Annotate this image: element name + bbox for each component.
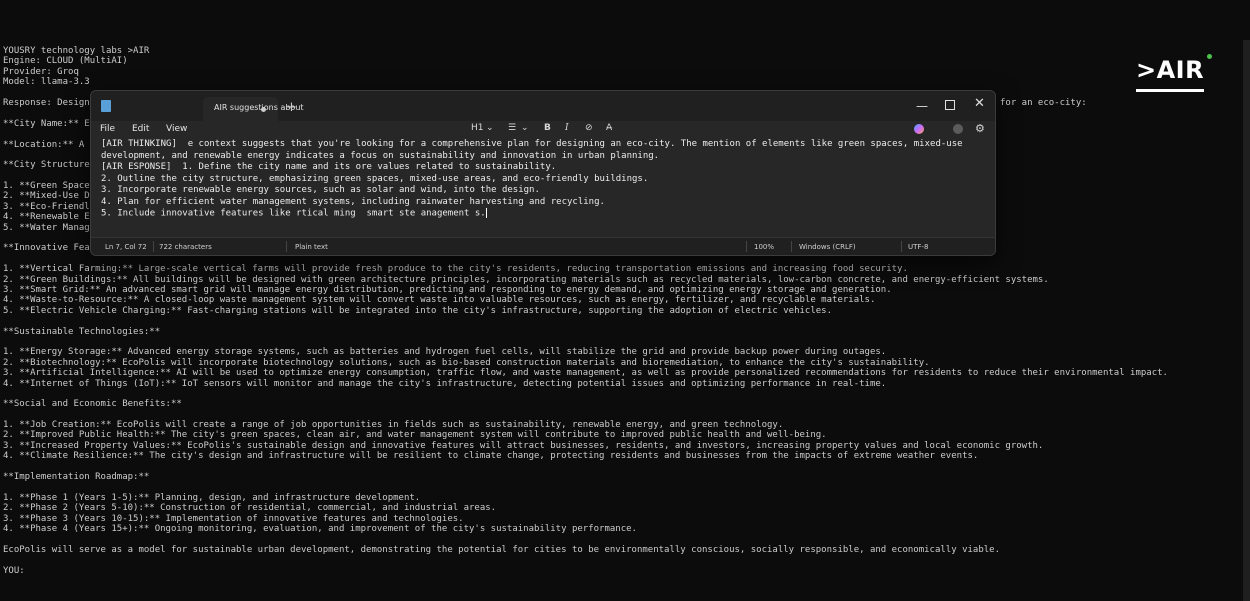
editor-line-text: [AIR THINKING] e context suggests that y… [101, 139, 963, 149]
editor-line[interactable]: development, and renewable energy indica… [101, 151, 963, 163]
terminal-line: 3. **Smart Grid:** An advanced smart gri… [3, 284, 892, 295]
terminal-line: 3. **Artificial Intelligence:** AI will … [3, 368, 1168, 379]
menu-file[interactable]: File [100, 124, 115, 134]
terminal-line: Model: llama-3.3 [3, 77, 90, 88]
text-caret [485, 208, 487, 218]
bold-button[interactable]: B [544, 123, 551, 133]
heading-dropdown[interactable]: H1 [471, 123, 484, 133]
terminal-line: 2. **Biotechnology:** EcoPolis will inco… [3, 357, 930, 368]
copilot-icon[interactable] [914, 124, 924, 134]
editor-line[interactable]: 3. Incorporate renewable energy sources,… [101, 185, 963, 197]
status-divider [791, 241, 792, 252]
terminal-line: YOU: [3, 565, 25, 576]
terminal-line: EcoPolis will serve as a model for susta… [3, 544, 1000, 555]
editor-line[interactable]: [AIR ESPONSE] 1. Define the city name an… [101, 162, 963, 174]
account-icon[interactable] [953, 124, 963, 134]
line-endings[interactable]: Windows (CRLF) [799, 243, 856, 251]
character-count: 722 characters [159, 243, 212, 251]
editor-text[interactable]: [AIR THINKING] e context suggests that y… [101, 139, 963, 220]
terminal-line: 1. **Energy Storage:** Advanced energy s… [3, 347, 887, 358]
maximize-button[interactable] [945, 100, 955, 110]
editor-line-text: 5. Include innovative features like rtic… [101, 208, 486, 219]
terminal-line: 1. **Phase 1 (Years 1-5):** Planning, de… [3, 492, 421, 503]
terminal-line: 4. **Internet of Things (IoT):** IoT sen… [3, 378, 887, 389]
terminal-line: 2. **Phase 2 (Years 5-10):** Constructio… [3, 503, 497, 514]
italic-button[interactable]: I [565, 123, 569, 133]
editor-line[interactable]: 5. Include innovative features like rtic… [101, 208, 963, 220]
editor-line[interactable]: 2. Outline the city structure, emphasizi… [101, 174, 963, 186]
terminal-line: 3. **Increased Property Values:** EcoPol… [3, 440, 1044, 451]
logo-text: >AIR [1136, 56, 1205, 84]
terminal-line: Provider: Groq [3, 66, 79, 77]
status-divider [746, 241, 747, 252]
terminal-line: Engine: CLOUD (MultiAI) [3, 56, 128, 67]
editor-line[interactable]: [AIR THINKING] e context suggests that y… [101, 139, 963, 151]
clear-format-icon[interactable]: A̶ [606, 123, 612, 133]
link-icon[interactable]: ⊘ [585, 123, 593, 133]
new-tab-button[interactable]: + [286, 100, 297, 115]
encoding[interactable]: UTF-8 [908, 243, 928, 251]
editor-line-text: 2. Outline the city structure, emphasizi… [101, 173, 649, 184]
gear-icon[interactable]: ⚙ [975, 122, 985, 135]
status-divider [153, 241, 154, 252]
cursor-position[interactable]: Ln 7, Col 72 [105, 243, 147, 251]
terminal-line: 1. **Job Creation:** EcoPolis will creat… [3, 420, 784, 431]
editor-line-text: [AIR ESPONSE] 1. Define the city name an… [101, 162, 557, 172]
notepad-window: AIR suggestions about + — ✕ File Edit Vi… [90, 90, 996, 256]
editor-line[interactable]: 4. Plan for efficient water management s… [101, 197, 963, 209]
terminal-line: 1. **Vertical Farming:** Large-scale ver… [3, 264, 908, 275]
terminal-line: **Sustainable Technologies:** [3, 326, 161, 337]
terminal-line: 2. **Improved Public Health:** The city'… [3, 430, 827, 441]
terminal-line: YOUSRY technology labs >AIR [3, 46, 150, 56]
close-button[interactable]: ✕ [974, 96, 985, 111]
editor-line-text: 3. Incorporate renewable energy sources,… [101, 185, 540, 195]
air-logo: >AIR [1136, 54, 1213, 92]
menu-edit[interactable]: Edit [132, 124, 149, 134]
editor-line-text: development, and renewable energy indica… [101, 150, 660, 161]
terminal-line: **Implementation Roadmap:** [3, 472, 150, 483]
notepad-app-icon [101, 100, 111, 112]
logo-underline [1136, 89, 1205, 92]
chevron-down-icon[interactable]: ⌄ [486, 123, 494, 133]
terminal-line: 2. **Green Buildings:** All buildings wi… [3, 274, 1049, 285]
terminal-line: 4. **Phase 4 (Years 15+):** Ongoing moni… [3, 523, 637, 534]
status-divider [286, 241, 287, 252]
unsaved-dot-icon[interactable] [261, 107, 266, 112]
chevron-down-icon[interactable]: ⌄ [521, 123, 529, 133]
terminal-line: 5. **Electric Vehicle Charging:** Fast-c… [3, 305, 833, 316]
menu-view[interactable]: View [166, 124, 187, 134]
scrollbar-track[interactable] [1243, 40, 1250, 601]
list-icon[interactable]: ☰ [508, 123, 516, 133]
file-format[interactable]: Plain text [295, 243, 328, 251]
status-bar: Ln 7, Col 72 722 characters Plain text 1… [91, 237, 995, 255]
terminal-line: **Social and Economic Benefits:** [3, 399, 182, 410]
terminal-line: 3. **Phase 3 (Years 10-15):** Implementa… [3, 513, 464, 524]
editor-line-text: 4. Plan for efficient water management s… [101, 196, 605, 207]
terminal-line: 4. **Climate Resilience:** The city's de… [3, 451, 979, 462]
terminal-line: 4. **Waste-to-Resource:** A closed-loop … [3, 295, 876, 306]
minimize-button[interactable]: — [916, 99, 928, 113]
status-divider [901, 241, 902, 252]
zoom-level[interactable]: 100% [754, 243, 774, 251]
